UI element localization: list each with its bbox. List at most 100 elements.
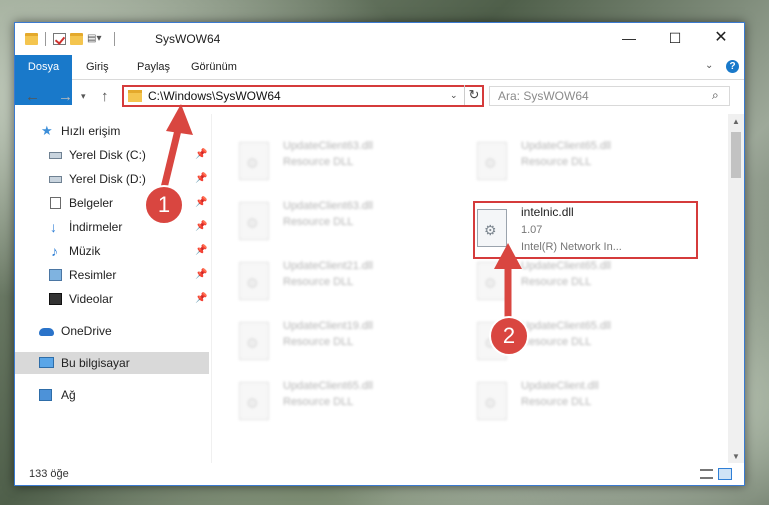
download-icon: ↓ xyxy=(50,219,57,235)
disk-icon xyxy=(49,152,62,159)
search-placeholder[interactable]: Ara: SysWOW64 xyxy=(498,89,589,103)
file-explorer-window: ▤▾ SysWOW64 — ☐ ✕ Dosya Giriş Paylaş Gör… xyxy=(14,22,745,486)
sidebar-item-quick-access[interactable]: ★ Hızlı erişim xyxy=(15,120,209,142)
video-icon xyxy=(49,293,62,305)
file-description: Resource DLL xyxy=(521,336,592,348)
folder-icon xyxy=(128,90,142,102)
sidebar-item-downloads[interactable]: ↓ İndirmeler 📌 xyxy=(15,216,209,238)
address-path[interactable]: C:\Windows\SysWOW64 xyxy=(148,89,281,103)
list-item[interactable]: UpdateClient65.dll Resource DLL xyxy=(477,256,697,306)
toolbar-divider xyxy=(114,32,115,46)
sidebar-item-this-pc[interactable]: Bu bilgisayar xyxy=(15,352,209,374)
recent-locations-icon[interactable]: ▾ xyxy=(81,91,86,102)
refresh-icon[interactable]: ↻ xyxy=(464,85,483,105)
file-list: UpdateClient63.dll Resource DLL UpdateCl… xyxy=(212,114,728,463)
search-box[interactable]: Ara: SysWOW64 ⌕ xyxy=(489,86,730,106)
new-folder-icon[interactable] xyxy=(70,33,83,45)
file-name: UpdateClient65.dll xyxy=(283,380,373,392)
file-description: Resource DLL xyxy=(521,276,592,288)
scroll-down-icon[interactable]: ▼ xyxy=(732,452,740,461)
tab-home[interactable]: Giriş xyxy=(86,55,109,79)
quick-access-toolbar: ▤▾ xyxy=(25,32,118,46)
sidebar-item-videos[interactable]: Videolar 📌 xyxy=(15,288,209,310)
list-item[interactable]: UpdateClient19.dll Resource DLL xyxy=(239,316,459,366)
sidebar-item-label: Hızlı erişim xyxy=(61,124,121,138)
list-item[interactable]: UpdateClient65.dll Resource DLL xyxy=(477,136,697,186)
forward-arrow-icon[interactable]: → xyxy=(58,88,73,105)
scroll-thumb[interactable] xyxy=(731,132,741,178)
dll-file-icon xyxy=(239,142,269,180)
up-arrow-icon[interactable]: ↑ xyxy=(101,88,109,105)
sidebar-item-label: OneDrive xyxy=(61,324,112,338)
details-view-icon[interactable] xyxy=(700,469,713,479)
navigation-pane: ★ Hızlı erişim Yerel Disk (C:) 📌 Yerel D… xyxy=(15,114,212,463)
file-description: Resource DLL xyxy=(283,276,354,288)
list-item[interactable]: UpdateClient63.dll Resource DLL xyxy=(239,136,459,186)
list-item[interactable]: UpdateClient21.dll Resource DLL xyxy=(239,256,459,306)
list-item[interactable]: UpdateClient.dll Resource DLL xyxy=(477,376,697,426)
sidebar-item-music[interactable]: ♪ Müzik 📌 xyxy=(15,240,209,262)
sidebar-item-disk-c[interactable]: Yerel Disk (C:) 📌 xyxy=(15,144,209,166)
sidebar-item-pictures[interactable]: Resimler 📌 xyxy=(15,264,209,286)
sidebar-item-label: Belgeler xyxy=(69,196,114,210)
file-name: UpdateClient63.dll xyxy=(283,200,373,212)
file-name: UpdateClient65.dll xyxy=(521,260,611,272)
expand-ribbon-icon[interactable]: ⌄ xyxy=(705,60,713,71)
folder-icon[interactable] xyxy=(25,33,38,45)
tab-view[interactable]: Görünüm xyxy=(191,55,237,79)
sidebar-item-label: Bu bilgisayar xyxy=(61,356,130,370)
dll-file-icon xyxy=(239,262,269,300)
window-title: SysWOW64 xyxy=(155,32,221,46)
item-count: 133 öğe xyxy=(29,468,69,480)
file-description: Resource DLL xyxy=(521,396,592,408)
computer-icon xyxy=(39,357,54,368)
network-icon xyxy=(39,389,52,401)
properties-icon[interactable] xyxy=(53,33,66,45)
sidebar-item-network[interactable]: Ağ xyxy=(15,384,209,406)
document-icon xyxy=(50,197,61,209)
dll-file-icon xyxy=(477,142,507,180)
file-name: UpdateClient21.dll xyxy=(283,260,373,272)
back-arrow-icon[interactable]: ← xyxy=(25,88,40,105)
ribbon-tabs: Dosya Giriş Paylaş Görünüm ⌄ ? xyxy=(15,55,744,105)
dll-file-icon xyxy=(477,262,507,300)
file-name: UpdateClient65.dll xyxy=(521,320,611,332)
pin-icon[interactable]: 📌 xyxy=(195,240,207,262)
search-icon[interactable]: ⌕ xyxy=(712,88,719,103)
status-bar: 133 öğe xyxy=(15,463,744,485)
music-icon: ♪ xyxy=(51,243,58,259)
address-bar[interactable]: C:\Windows\SysWOW64 ⌄ ↻ xyxy=(122,85,484,107)
sidebar-item-label: Resimler xyxy=(69,268,117,282)
tab-share[interactable]: Paylaş xyxy=(137,55,170,79)
sidebar-item-disk-d[interactable]: Yerel Disk (D:) 📌 xyxy=(15,168,209,190)
pin-icon[interactable]: 📌 xyxy=(195,144,207,166)
file-name: UpdateClient65.dll xyxy=(521,140,611,152)
sidebar-item-label: Videolar xyxy=(69,292,113,306)
pin-icon[interactable]: 📌 xyxy=(195,288,207,310)
pin-icon[interactable]: 📌 xyxy=(195,216,207,238)
pin-icon[interactable]: 📌 xyxy=(195,168,207,190)
sidebar-item-onedrive[interactable]: OneDrive xyxy=(15,320,209,342)
customize-toolbar-icon[interactable]: ▤▾ xyxy=(87,33,107,45)
dll-file-icon xyxy=(477,382,507,420)
close-button[interactable]: ✕ xyxy=(698,23,744,55)
sidebar-item-label: Müzik xyxy=(69,244,101,258)
help-icon[interactable]: ? xyxy=(726,60,739,73)
dll-file-icon xyxy=(239,202,269,240)
navigation-bar: ← → ▾ ↑ C:\Windows\SysWOW64 ⌄ ↻ Ara: Sys… xyxy=(15,80,744,114)
large-icons-view-icon[interactable] xyxy=(718,468,732,480)
pin-icon[interactable]: 📌 xyxy=(195,192,207,214)
step-1-badge: 1 xyxy=(144,185,184,225)
minimize-button[interactable]: — xyxy=(606,23,652,55)
dll-file-icon xyxy=(239,322,269,360)
scroll-up-icon[interactable]: ▲ xyxy=(732,117,740,126)
vertical-scrollbar[interactable]: ▲ ▼ xyxy=(728,114,744,463)
maximize-button[interactable]: ☐ xyxy=(652,23,698,55)
address-dropdown-icon[interactable]: ⌄ xyxy=(450,90,458,101)
pin-icon[interactable]: 📌 xyxy=(195,264,207,286)
list-item[interactable]: UpdateClient65.dll Resource DLL xyxy=(239,376,459,426)
list-item[interactable]: UpdateClient63.dll Resource DLL xyxy=(239,196,459,246)
file-name: UpdateClient63.dll xyxy=(283,140,373,152)
toolbar-divider xyxy=(45,32,46,46)
file-description: Resource DLL xyxy=(283,216,354,228)
